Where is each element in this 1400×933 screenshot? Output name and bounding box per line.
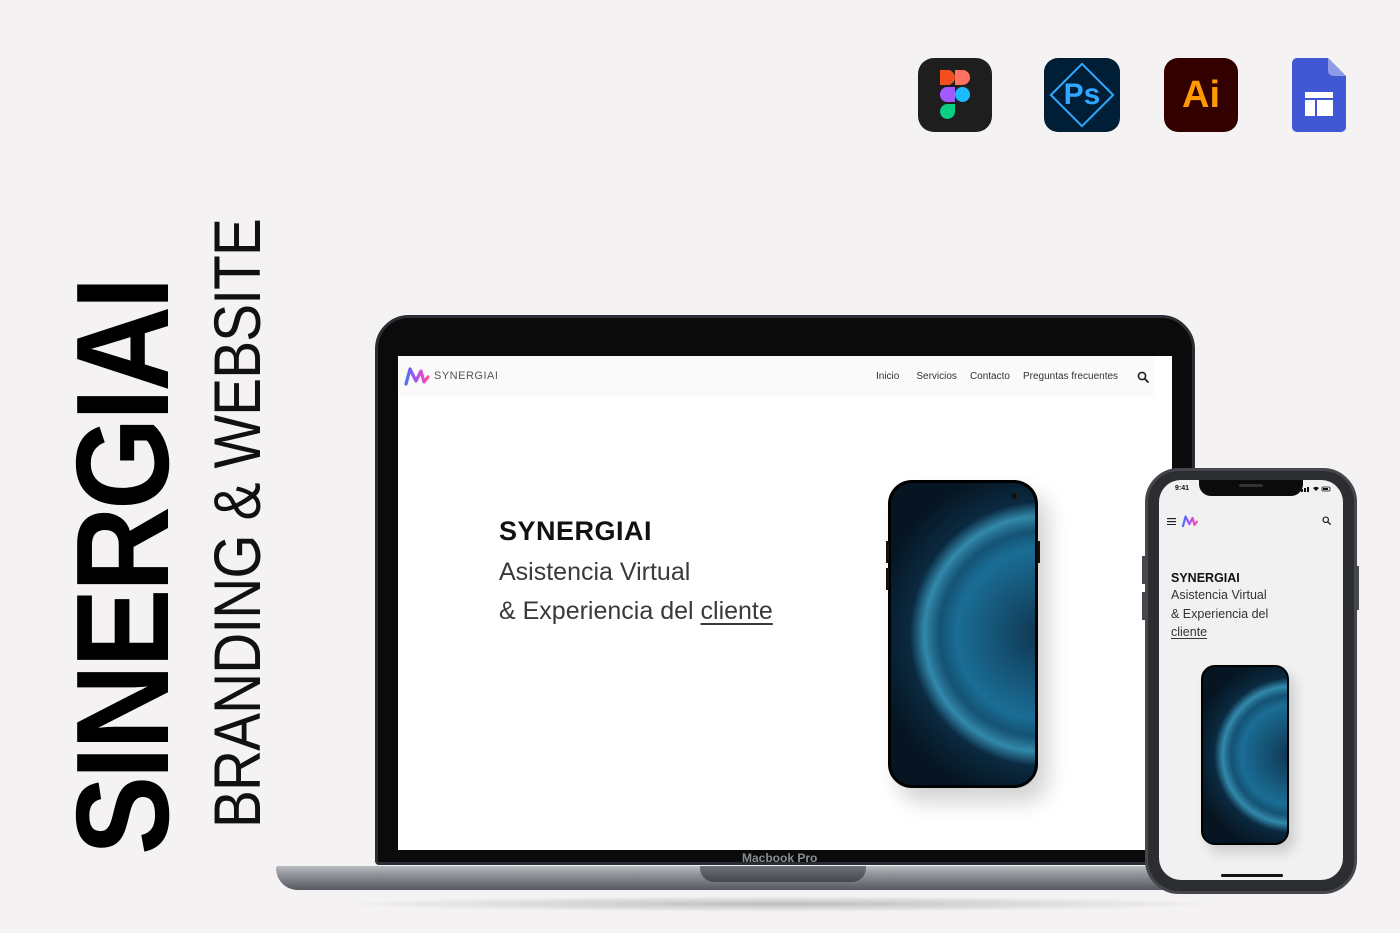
mobile-hero-line-1: Asistencia Virtual — [1171, 588, 1267, 602]
home-indicator — [1221, 874, 1283, 877]
network-globe-image — [1203, 667, 1287, 843]
search-icon[interactable] — [1322, 516, 1331, 525]
nav-item-preguntas[interactable]: Preguntas frecuentes — [1023, 371, 1118, 382]
mobile-hero-line-2: & Experiencia del — [1171, 607, 1269, 621]
phone-side-button — [886, 541, 889, 563]
synergiai-logo-icon[interactable] — [404, 365, 430, 387]
sites-doc-icon — [1292, 58, 1346, 132]
mobile-volume-button — [1142, 556, 1145, 584]
mobile-notch — [1199, 480, 1303, 496]
mobile-screen: 9:41 SYNERGIAI Asistencia Virtual & Expe… — [1159, 480, 1343, 880]
hero-title: SYNERGIAI — [499, 516, 653, 546]
project-title: SINERGIAI — [49, 280, 196, 855]
photoshop-label: Ps — [1063, 78, 1101, 111]
illustrator-label: Ai — [1182, 73, 1220, 116]
laptop-screen: SYNERGIAI Inicio Servicios Contacto Preg… — [398, 356, 1172, 850]
website-brand[interactable]: SYNERGIAI — [434, 370, 498, 382]
project-subtitle: BRANDING & WEBSITE — [200, 219, 274, 828]
phone-camera — [1011, 493, 1017, 499]
photoshop-icon: Ps — [1044, 58, 1120, 132]
mobile-volume-button — [1142, 592, 1145, 620]
mobile-power-button — [1356, 566, 1359, 610]
mobile-hero-phone-image — [1201, 665, 1289, 845]
laptop-model-label: Macbook Pro — [742, 851, 818, 865]
status-icons — [1301, 486, 1331, 492]
synergiai-logo-icon[interactable] — [1181, 514, 1199, 528]
hero-line-2-prefix: & Experiencia del — [499, 597, 701, 625]
nav-item-inicio[interactable]: Inicio — [876, 371, 899, 382]
mobile-speaker — [1239, 484, 1263, 487]
mobile-hero-title: SYNERGIAI — [1171, 571, 1240, 585]
hero-phone-image — [888, 480, 1038, 788]
phone-side-button — [886, 568, 889, 590]
figma-icon — [918, 58, 992, 132]
hero-line-2: & Experiencia del cliente — [499, 597, 773, 626]
google-sites-icon — [1292, 58, 1346, 132]
figma-logo-icon — [940, 70, 970, 119]
nav-item-servicios[interactable]: Servicios — [916, 371, 957, 382]
hero-line-1: Asistencia Virtual — [499, 558, 691, 586]
network-globe-image — [891, 483, 1035, 785]
laptop-shadow — [330, 896, 1230, 912]
website-navbar: SYNERGIAI Inicio Servicios Contacto Preg… — [398, 356, 1154, 396]
website-menu: Inicio Servicios Contacto Preguntas frec… — [876, 371, 1131, 382]
menu-icon[interactable] — [1167, 518, 1176, 525]
laptop-opening-notch — [700, 866, 866, 882]
illustrator-icon: Ai — [1164, 58, 1238, 132]
phone-side-button — [1037, 541, 1040, 563]
hero-link-cliente[interactable]: cliente — [701, 597, 773, 625]
search-icon[interactable] — [1137, 371, 1149, 383]
nav-item-contacto[interactable]: Contacto — [970, 371, 1010, 382]
mobile-hero-link-cliente[interactable]: cliente — [1171, 625, 1207, 639]
mobile-status-time: 9:41 — [1175, 485, 1190, 492]
